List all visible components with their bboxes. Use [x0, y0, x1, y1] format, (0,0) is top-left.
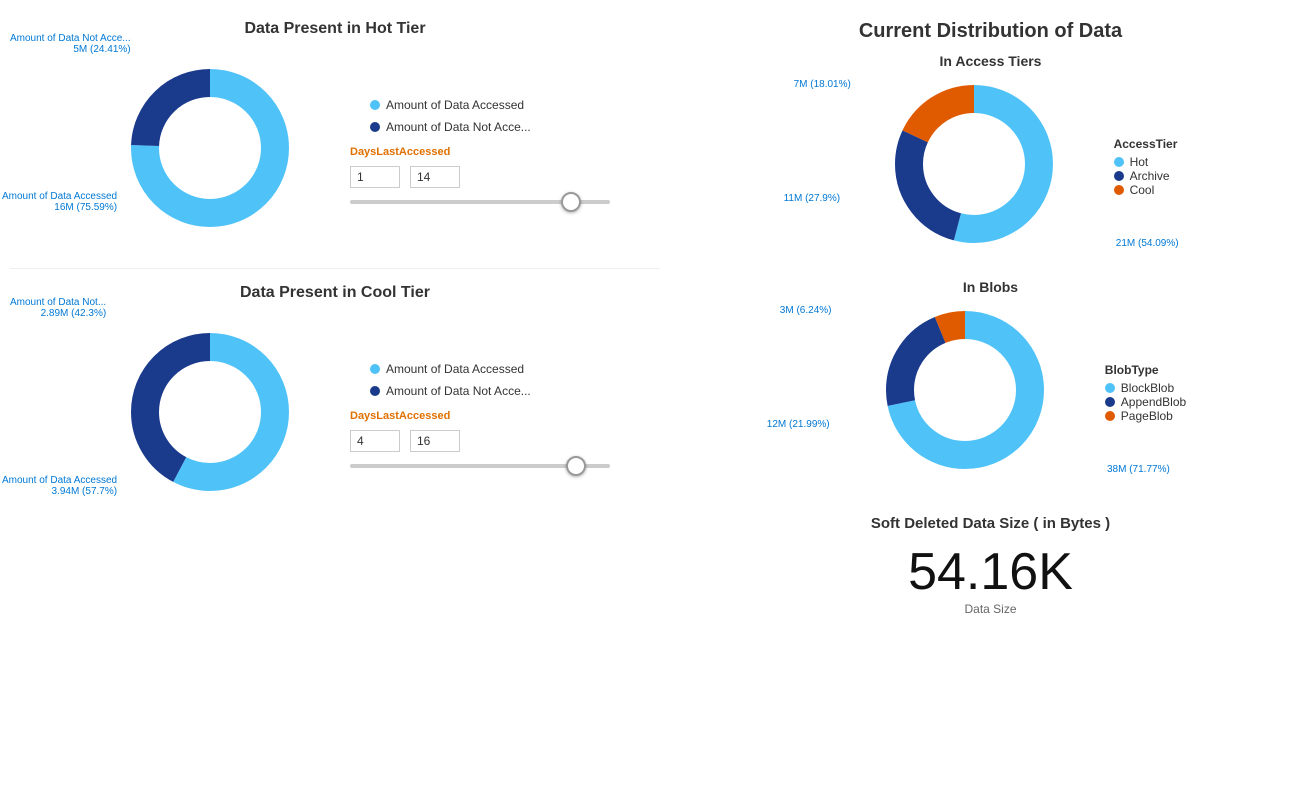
blobs-donut-wrapper: 3M (6.24%) 12M (21.99%) 38M (71.77%) [875, 300, 1055, 485]
cool-tier-legend: Amount of Data Accessed Amount of Data N… [370, 362, 610, 398]
block-blob-dot [1105, 383, 1115, 393]
hot-slider-track[interactable] [350, 200, 610, 204]
cool-slider-min-input[interactable] [350, 430, 400, 452]
hot-not-accessed-dot [370, 122, 380, 132]
cool-not-accessed-label: Amount of Data Not... 2.89M (42.3%) [10, 297, 106, 319]
hot-tier-inputs [350, 166, 610, 188]
hot-accessed-label: Amount of Data Accessed 16M (75.59%) [2, 191, 117, 213]
access-tiers-legend-title: AccessTier [1114, 137, 1178, 151]
access-tiers-donut-wrapper: 7M (18.01%) 11M (27.9%) 21M (54.09%) [884, 74, 1064, 259]
soft-deleted-section: Soft Deleted Data Size ( in Bytes ) 54.1… [871, 515, 1110, 616]
hot-tier-legend-accessed: Amount of Data Accessed [370, 98, 610, 112]
access-tiers-donut-svg [884, 74, 1064, 254]
cool-slider-track[interactable] [350, 464, 610, 468]
hot-not-accessed-label: Amount of Data Not Acce... 5M (24.41%) [10, 33, 131, 55]
cool-tier-donut-wrapper: Amount of Data Not... 2.89M (42.3%) Amou… [120, 322, 300, 507]
cool-tier-title: Data Present in Cool Tier [10, 284, 660, 302]
hot-tier-section: Data Present in Hot Tier Amount of Data … [10, 20, 660, 253]
access-tiers-legend: AccessTier Hot Archive Cool [1114, 137, 1178, 197]
page-blob-slice-label: 3M (6.24%) [780, 305, 832, 316]
append-blob-slice-label: 12M (21.99%) [767, 419, 830, 430]
hot-tier-controls: DaysLastAccessed [350, 146, 610, 204]
hot-tier-donut-wrapper: Amount of Data Not Acce... 5M (24.41%) A… [120, 58, 300, 243]
cool-tier-controls: DaysLastAccessed [350, 410, 610, 468]
hot-tier-donut-svg [120, 58, 300, 238]
access-tiers-section: In Access Tiers 7M (18.01%) 11M (27.9%) … [680, 53, 1301, 269]
hot-tier-legend-controls: Amount of Data Accessed Amount of Data N… [330, 98, 610, 204]
block-blob-slice-label: 38M (71.77%) [1107, 464, 1170, 475]
blobs-legend-title: BlobType [1105, 363, 1186, 377]
hot-tier-slice-label: 21M (54.09%) [1116, 238, 1179, 249]
blobs-chart-row: 3M (6.24%) 12M (21.99%) 38M (71.77%) [680, 300, 1301, 485]
blobs-legend: BlobType BlockBlob AppendBlob PageBlob [1105, 363, 1186, 423]
cool-days-label: DaysLastAccessed [350, 410, 610, 422]
soft-deleted-title: Soft Deleted Data Size ( in Bytes ) [871, 515, 1110, 532]
cool-tier-donut-svg [120, 322, 300, 502]
hot-tier-legend-not-accessed: Amount of Data Not Acce... [370, 120, 610, 134]
cool-dot [1114, 185, 1124, 195]
blobs-donut-svg [875, 300, 1055, 480]
cool-slider-thumb[interactable] [566, 456, 586, 476]
cool-accessed-dot [370, 364, 380, 374]
archive-tier-slice-label: 11M (27.9%) [784, 193, 841, 204]
blobs-title: In Blobs [680, 279, 1301, 295]
cool-tier-legend-accessed: Amount of Data Accessed [370, 362, 610, 376]
left-panel: Data Present in Hot Tier Amount of Data … [10, 20, 660, 616]
hot-tier-chart-section: Amount of Data Not Acce... 5M (24.41%) A… [10, 48, 660, 253]
access-tiers-title: In Access Tiers [680, 53, 1301, 69]
cool-tier-slice-label: 7M (18.01%) [794, 79, 851, 90]
cool-slider-max-input[interactable] [410, 430, 460, 452]
cool-tier-legend-controls: Amount of Data Accessed Amount of Data N… [330, 362, 610, 468]
right-panel: Current Distribution of Data In Access T… [660, 20, 1301, 616]
hot-slider-max-input[interactable] [410, 166, 460, 188]
page-blob-dot [1105, 411, 1115, 421]
soft-deleted-sub-label: Data Size [871, 602, 1110, 616]
main-container: Data Present in Hot Tier Amount of Data … [0, 0, 1311, 636]
page-blob-legend-item: PageBlob [1105, 409, 1186, 423]
cool-tier-section: Data Present in Cool Tier Amount of Data… [10, 284, 660, 517]
cool-tier-inputs [350, 430, 610, 452]
append-blob-legend-item: AppendBlob [1105, 395, 1186, 409]
soft-deleted-value: 54.16K [871, 542, 1110, 602]
access-tiers-chart-row: 7M (18.01%) 11M (27.9%) 21M (54.09%) [680, 74, 1301, 259]
block-blob-legend-item: BlockBlob [1105, 381, 1186, 395]
archive-legend-item: Archive [1114, 169, 1178, 183]
hot-tier-legend: Amount of Data Accessed Amount of Data N… [370, 98, 610, 134]
cool-legend-item: Cool [1114, 183, 1178, 197]
cool-not-accessed-dot [370, 386, 380, 396]
hot-dot [1114, 157, 1124, 167]
archive-dot [1114, 171, 1124, 181]
blobs-section: In Blobs 3M (6.24%) 12M (21.99%) 38M (71… [680, 279, 1301, 495]
hot-legend-item: Hot [1114, 155, 1178, 169]
distribution-title: Current Distribution of Data [859, 20, 1122, 43]
cool-accessed-label: Amount of Data Accessed 3.94M (57.7%) [2, 475, 117, 497]
hot-slider-min-input[interactable] [350, 166, 400, 188]
cool-tier-legend-not-accessed: Amount of Data Not Acce... [370, 384, 610, 398]
hot-slider-thumb[interactable] [561, 192, 581, 212]
append-blob-dot [1105, 397, 1115, 407]
hot-days-label: DaysLastAccessed [350, 146, 610, 158]
cool-tier-chart-section: Amount of Data Not... 2.89M (42.3%) Amou… [10, 312, 660, 517]
hot-accessed-dot [370, 100, 380, 110]
